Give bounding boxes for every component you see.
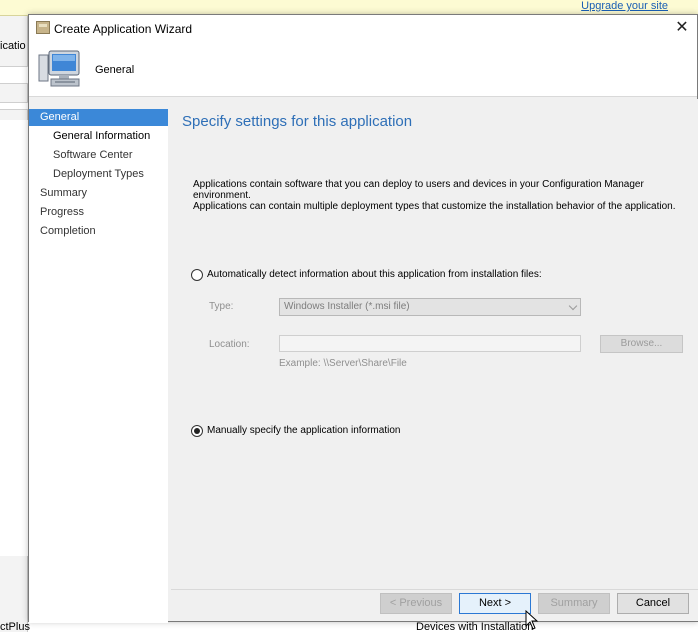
wizard-title: Create Application Wizard — [54, 22, 193, 36]
background-bottom-label: ctPlus — [0, 621, 30, 632]
type-select-value: Windows Installer (*.msi file) — [284, 301, 410, 312]
upgrade-site-link[interactable]: Upgrade your site — [581, 0, 668, 12]
background-toolbar-strip — [0, 66, 28, 84]
type-label: Type: — [209, 301, 234, 312]
location-example-hint: Example: \\Server\Share\File — [279, 358, 407, 369]
button-area-divider — [171, 589, 698, 590]
nav-item-completion[interactable]: Completion — [29, 223, 168, 240]
page-heading: Specify settings for this application — [182, 113, 413, 130]
location-label: Location: — [209, 339, 250, 350]
cancel-button[interactable]: Cancel — [617, 593, 689, 614]
summary-button[interactable]: Summary — [538, 593, 610, 614]
nav-item-deployment-types[interactable]: Deployment Types — [29, 166, 168, 183]
create-application-wizard: Create Application Wizard ✕ General Gene… — [28, 14, 698, 623]
wizard-title-bar[interactable]: Create Application Wizard ✕ — [29, 15, 697, 43]
type-select[interactable]: Windows Installer (*.msi file) — [279, 298, 581, 316]
previous-button[interactable]: < Previous — [380, 593, 452, 614]
next-button[interactable]: Next > — [459, 593, 531, 614]
background-toolbar-strip-2 — [0, 102, 28, 110]
auto-detect-label[interactable]: Automatically detect information about t… — [207, 269, 542, 280]
auto-detect-radio[interactable] — [191, 269, 203, 281]
browse-button[interactable]: Browse... — [600, 335, 683, 353]
wizard-navigation: General General Information Software Cen… — [29, 109, 168, 623]
background-console-panel: icatio — [0, 16, 28, 632]
mouse-pointer-icon — [525, 610, 539, 630]
page-description: Applications contain software that you c… — [193, 179, 683, 212]
header-page-title: General — [95, 64, 135, 76]
background-list-area — [0, 120, 28, 556]
nav-item-progress[interactable]: Progress — [29, 204, 168, 221]
wizard-content: Specify settings for this application Ap… — [171, 99, 698, 621]
manual-specify-radio[interactable] — [191, 425, 203, 437]
close-button[interactable]: ✕ — [671, 18, 693, 38]
location-input[interactable] — [279, 335, 581, 352]
wizard-header: General — [29, 43, 697, 97]
nav-item-general[interactable]: General — [29, 109, 168, 126]
description-line-2: Applications can contain multiple deploy… — [193, 201, 676, 212]
description-line-1: Applications contain software that you c… — [193, 179, 644, 201]
background-partial-label: icatio — [0, 40, 26, 52]
chevron-down-icon — [568, 301, 578, 311]
background-bottom-column-label: Devices with Installation — [416, 621, 534, 632]
wizard-app-icon — [36, 21, 50, 34]
nav-item-software-center[interactable]: Software Center — [29, 147, 168, 164]
manual-specify-label[interactable]: Manually specify the application informa… — [207, 425, 400, 436]
computer-icon — [38, 50, 80, 87]
nav-item-general-information[interactable]: General Information — [29, 128, 168, 145]
nav-item-summary[interactable]: Summary — [29, 185, 168, 202]
